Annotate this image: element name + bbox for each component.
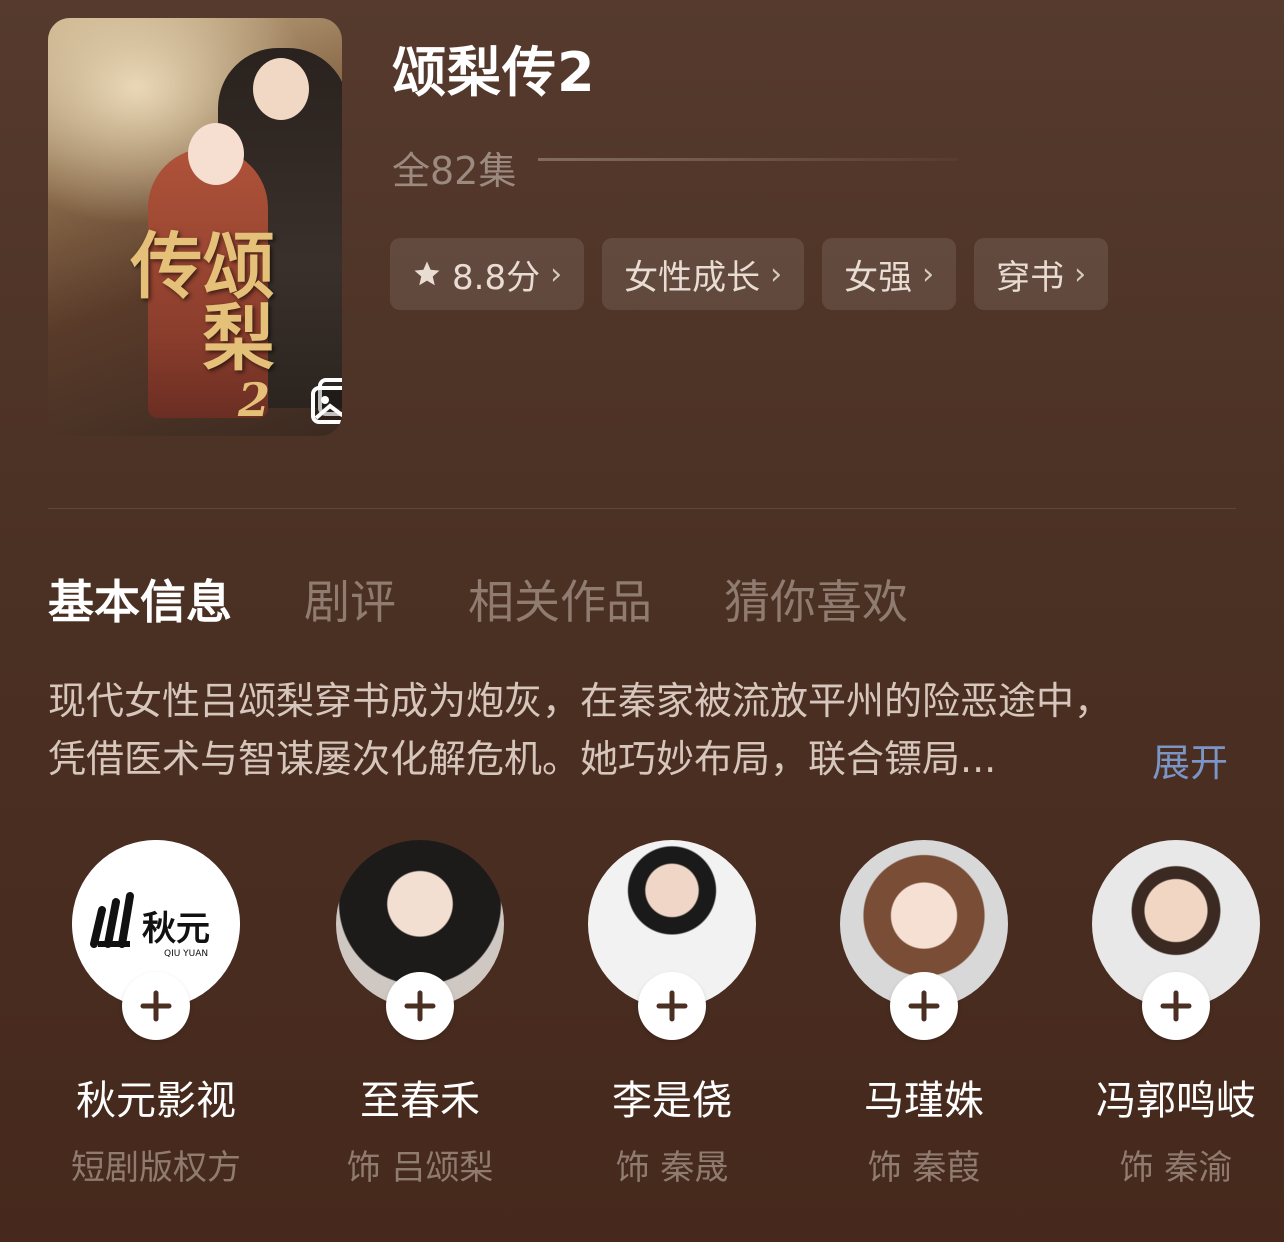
tag-label: 女强 [844, 257, 913, 298]
cast-name: 至春禾 [360, 1078, 480, 1124]
cast-item-actor[interactable]: 李是侥 饰 秦晟 [552, 840, 792, 1189]
follow-button[interactable] [122, 972, 190, 1040]
follow-button[interactable] [1142, 972, 1210, 1040]
episode-divider-line [538, 158, 958, 161]
logo-subtext: QIU YUAN [164, 949, 208, 959]
cast-item-actor[interactable]: 马瑾姝 饰 秦葭 [804, 840, 1044, 1189]
rating-label: 8.8分 [452, 257, 541, 298]
tab-recommendations[interactable]: 猜你喜欢 [724, 566, 908, 632]
synopsis-line-2: 凭借医术与智谋屡次化解危机。她巧妙布局，联合镖局... [48, 737, 997, 781]
tag-book-transmigration[interactable]: 穿书 › [974, 238, 1109, 310]
cast-name: 马瑾姝 [864, 1078, 984, 1124]
section-divider [48, 508, 1236, 509]
cast-name: 李是侥 [612, 1078, 732, 1124]
poster-image[interactable]: 颂梨传 2 [48, 18, 342, 436]
tab-bar: 基本信息 剧评 相关作品 猜你喜欢 [48, 566, 980, 632]
cast-name: 冯郭鸣岐 [1096, 1078, 1256, 1124]
follow-button[interactable] [890, 972, 958, 1040]
logo-text: 秋元 [142, 909, 210, 949]
poster-number: 2 [238, 373, 271, 427]
cast-item-rights-holder[interactable]: 秋元 QIU YUAN 秋元影视 短剧版权方 [36, 840, 276, 1189]
cast-role: 饰 吕颂梨 [346, 1148, 494, 1188]
tag-female-growth[interactable]: 女性成长 › [602, 238, 805, 310]
tab-basic-info[interactable]: 基本信息 [48, 566, 232, 632]
plus-icon [1160, 990, 1192, 1022]
episode-count: 全82集 [392, 149, 517, 193]
star-icon [414, 261, 440, 286]
chevron-right-icon: › [770, 256, 783, 292]
tab-reviews[interactable]: 剧评 [304, 566, 396, 632]
synopsis: 现代女性吕颂梨穿书成为炮灰，在秦家被流放平州的险恶途中， 凭借医术与智谋屡次化解… [48, 672, 1238, 788]
poster-male-face [253, 58, 309, 120]
tag-label: 穿书 [996, 257, 1065, 298]
plus-icon [404, 990, 436, 1022]
cast-role: 短剧版权方 [71, 1148, 241, 1188]
expand-link[interactable]: 展开 [1152, 732, 1228, 787]
tab-related-works[interactable]: 相关作品 [468, 566, 652, 632]
cast-role: 饰 秦葭 [867, 1148, 981, 1188]
rating-tag[interactable]: 8.8分 › [390, 238, 585, 310]
poster-female-face [188, 123, 244, 185]
cast-item-actor[interactable]: 冯郭鸣岐 饰 秦渝 [1056, 840, 1284, 1189]
tag-label: 女性成长 [624, 257, 761, 298]
gallery-icon[interactable] [310, 378, 342, 426]
plus-icon [140, 990, 172, 1022]
drama-title: 颂梨传2 [392, 41, 596, 104]
chevron-right-icon: › [550, 256, 563, 292]
drama-detail-page: 颂梨传 2 颂梨传2 全82集 8.8分 › 女性成长 › 女强 › 穿书 › … [0, 0, 1284, 1242]
follow-button[interactable] [386, 972, 454, 1040]
cast-role: 饰 秦晟 [615, 1148, 729, 1188]
tag-list: 8.8分 › 女性成长 › 女强 › 穿书 › [390, 238, 1109, 310]
synopsis-line-1: 现代女性吕颂梨穿书成为炮灰，在秦家被流放平州的险恶途中， [48, 679, 1113, 723]
cast-name: 秋元影视 [76, 1078, 236, 1124]
tag-strong-female[interactable]: 女强 › [822, 238, 957, 310]
chevron-right-icon: › [922, 256, 935, 292]
follow-button[interactable] [638, 972, 706, 1040]
cast-item-actor[interactable]: 至春禾 饰 吕颂梨 [300, 840, 540, 1189]
plus-icon [656, 990, 688, 1022]
chevron-right-icon: › [1074, 256, 1087, 292]
plus-icon [908, 990, 940, 1022]
cast-role: 饰 秦渝 [1119, 1148, 1233, 1188]
